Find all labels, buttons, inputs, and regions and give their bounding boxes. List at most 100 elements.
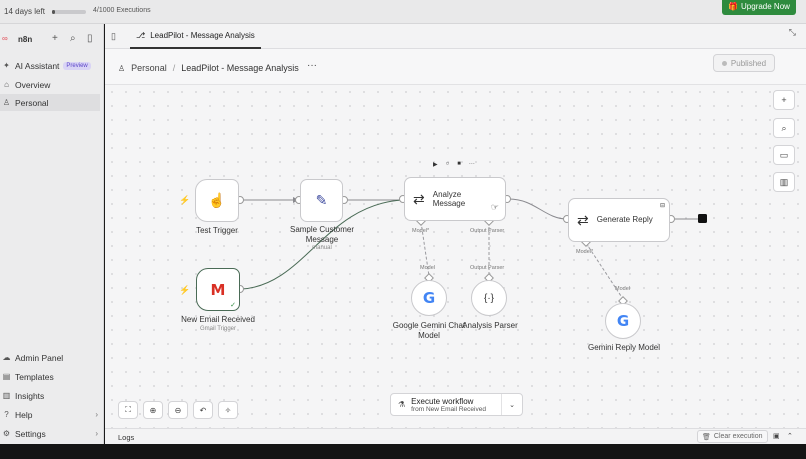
trial-banner: 14 days left 4/1000 Executions 🎁 Upgrade… — [0, 0, 806, 24]
check-icon: ✓ — [230, 302, 236, 309]
panel-toggle-icon[interactable]: ▯ — [87, 33, 93, 44]
node-label-line: Model — [418, 330, 440, 340]
node-label: New Email Received — [181, 315, 255, 324]
sticky-note-button[interactable]: ▭ — [773, 145, 795, 165]
add-icon[interactable]: + — [52, 33, 58, 44]
ai-agent-icon: ⇄ — [413, 190, 425, 207]
chevron-down-icon[interactable]: ⌄ — [502, 401, 522, 409]
sidebar-toggle-icon[interactable]: ▯ — [111, 31, 116, 42]
node-generate-reply[interactable]: ⇄ Generate Reply ⊟ — [568, 198, 670, 242]
sidebar-item-label: Templates — [15, 371, 54, 382]
screen-bezel — [0, 444, 806, 459]
templates-icon: ▤ — [2, 372, 11, 381]
clear-execution-button[interactable]: 🗑 Clear execution — [697, 430, 768, 443]
sidebar-item-ai-assistant[interactable]: ✦ AI Assistant Preview — [0, 57, 100, 74]
node-sample-message[interactable]: ✎ — [300, 179, 343, 222]
flask-icon: ⚗ — [398, 400, 406, 409]
plus-icon: + — [781, 95, 787, 105]
more-icon[interactable]: ··· — [469, 161, 475, 168]
sidebar-header: ∞ n8n + ⌕ ▯ — [0, 32, 104, 46]
tab-workflow[interactable]: ⎇ LeadPilot - Message Analysis — [130, 24, 261, 49]
node-label-line: Message — [305, 234, 339, 244]
workflow-canvas[interactable]: ⚡ ☝ Test Trigger ✎ Sample Customer Messa… — [105, 85, 806, 428]
sidebar-item-settings[interactable]: ⚙ Settings › — [0, 425, 100, 442]
execute-workflow-button[interactable]: ⚗ Execute workflow from New Email Receiv… — [390, 393, 523, 416]
tab-label: LeadPilot - Message Analysis — [150, 31, 255, 40]
executions-count: 4/1000 Executions — [93, 7, 151, 14]
delete-icon[interactable]: ■ — [457, 161, 461, 168]
status-dot-icon — [721, 60, 727, 66]
node-analyze-message[interactable]: ⇄ Analyze Message ☞ — [404, 177, 506, 221]
sidebar-item-label: Insights — [15, 390, 45, 401]
logs-label[interactable]: Logs — [118, 433, 134, 442]
node-title-line: Message — [432, 199, 466, 208]
chevron-up-icon[interactable]: ⌃ — [787, 432, 793, 440]
node-analysis-parser[interactable]: {·} — [471, 280, 507, 316]
power-icon[interactable]: ○ — [446, 161, 450, 168]
connections-layer — [236, 195, 707, 306]
breadcrumb: ♙ Personal / LeadPilot - Message Analysi… — [118, 63, 299, 73]
panel-button[interactable]: ▥ — [773, 172, 795, 192]
breadcrumb-project[interactable]: Personal — [131, 63, 167, 73]
brand-name: n8n — [18, 35, 33, 44]
clear-execution-label: Clear execution — [713, 433, 763, 440]
upgrade-button[interactable]: 🎁 Upgrade Now — [722, 0, 796, 15]
node-label: Test Trigger — [196, 226, 238, 235]
add-node-handle[interactable] — [698, 214, 707, 223]
chevron-right-icon: › — [95, 410, 98, 419]
undo-button[interactable]: ↶ — [193, 401, 213, 419]
tidy-up-button[interactable]: ✧ — [218, 401, 238, 419]
execute-label: Execute workflow — [411, 396, 474, 406]
node-title-line: Analyze — [432, 189, 462, 199]
sidebar-item-admin-panel[interactable]: ☁ Admin Panel — [0, 349, 100, 366]
sparkle-icon: ✦ — [3, 61, 10, 70]
insights-icon: ▥ — [2, 391, 11, 400]
node-gemini-reply-model[interactable]: G — [605, 303, 641, 339]
google-icon: G — [616, 312, 630, 330]
port-label: Output Parser — [470, 228, 505, 234]
collapse-icon[interactable]: ⤡ — [789, 27, 796, 38]
add-node-button[interactable]: + — [773, 90, 795, 110]
node-title: Analyze Message — [433, 190, 465, 208]
node-new-email[interactable]: M ✓ — [196, 268, 240, 311]
trial-progress-fill — [52, 10, 56, 14]
zoom-in-button[interactable]: ⊕ — [143, 401, 163, 419]
sidebar-item-templates[interactable]: ▤ Templates — [0, 368, 100, 385]
fit-view-button[interactable]: ⛶ — [118, 401, 138, 419]
zoom-in-icon: ⊕ — [149, 405, 157, 415]
sidebar-item-label: Settings — [15, 428, 46, 439]
gmail-icon: M — [210, 280, 226, 299]
workflow-name[interactable]: LeadPilot - Message Analysis — [181, 63, 299, 73]
sidebar-item-insights[interactable]: ▥ Insights — [0, 387, 100, 404]
sidebar-item-label: AI Assistant — [15, 60, 60, 71]
search-icon[interactable]: ⌕ — [70, 33, 76, 44]
panel-icon[interactable]: ▣ — [773, 432, 780, 440]
node-sublabel: manual — [312, 245, 332, 251]
trigger-bolt-icon: ⚡ — [179, 195, 191, 205]
node-label: Gemini Reply Model — [587, 343, 661, 352]
mouse-cursor-icon: ☞ — [490, 202, 499, 212]
fullscreen-icon: ⛶ — [125, 405, 131, 414]
trash-icon: 🗑 — [702, 433, 711, 441]
play-icon[interactable]: ▶ — [433, 161, 438, 168]
node-gemini-chat-model[interactable]: G — [411, 280, 447, 316]
n8n-logo-icon: ∞ — [2, 34, 8, 43]
node-test-trigger[interactable]: ☝ — [195, 179, 239, 222]
execute-sublabel: from New Email Received — [411, 405, 486, 413]
sidebar-item-help[interactable]: ? Help › — [0, 406, 100, 423]
sidebar-item-personal[interactable]: ♙ Personal — [0, 94, 100, 111]
sidebar-item-overview[interactable]: ⌂ Overview — [0, 76, 100, 93]
trial-progress-bar — [52, 10, 86, 14]
trigger-bolt-icon: ⚡ — [179, 285, 191, 295]
zoom-out-icon: ⊖ — [174, 405, 182, 415]
upgrade-label: Upgrade Now — [741, 1, 790, 11]
breadcrumb-separator: / — [172, 63, 176, 73]
node-label-line: Sample Customer — [289, 225, 355, 234]
execute-main[interactable]: ⚗ Execute workflow from New Email Receiv… — [391, 394, 502, 415]
node-label: Sample Customer Message — [285, 225, 359, 244]
more-options-button[interactable]: ··· — [307, 60, 317, 71]
published-button[interactable]: Published — [713, 54, 775, 72]
search-nodes-button[interactable]: ⌕ — [773, 118, 795, 138]
logs-bar[interactable]: Logs 🗑 Clear execution ▣ ⌃ — [105, 428, 806, 444]
zoom-out-button[interactable]: ⊖ — [168, 401, 188, 419]
